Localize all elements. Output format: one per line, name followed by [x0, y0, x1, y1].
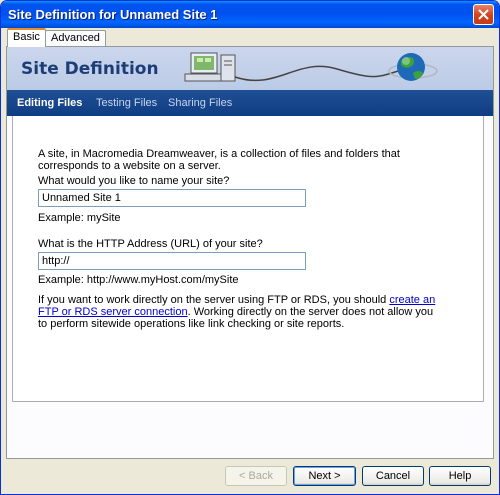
banner-illustration	[184, 52, 438, 82]
site-name-example: Example: mySite	[38, 212, 121, 224]
globe-icon	[388, 53, 438, 81]
ftp-note-before: If you want to work directly on the serv…	[38, 294, 390, 306]
site-name-input[interactable]	[38, 189, 306, 207]
site-url-input[interactable]	[38, 252, 306, 270]
banner-title: Site Definition	[21, 59, 159, 79]
computer-icon	[184, 52, 236, 82]
title-bar[interactable]: Site Definition for Unnamed Site 1	[1, 1, 499, 28]
nav-editing-files[interactable]: Editing Files	[17, 97, 82, 109]
step-navbar: Editing Files Testing Files Sharing File…	[7, 90, 493, 116]
site-url-example: Example: http://www.myHost.com/mySite	[38, 274, 239, 286]
next-button[interactable]: Next >	[293, 466, 356, 486]
window-title: Site Definition for Unnamed Site 1	[8, 7, 218, 22]
close-button[interactable]	[473, 4, 494, 25]
site-url-question: What is the HTTP Address (URL) of your s…	[38, 238, 263, 250]
help-button[interactable]: Help	[429, 466, 491, 486]
intro-text: A site, in Macromedia Dreamweaver, is a …	[38, 148, 400, 172]
dialog-window: Site Definition for Unnamed Site 1 Basic…	[0, 0, 500, 495]
tab-basic[interactable]: Basic	[7, 28, 46, 47]
ftp-note: If you want to work directly on the serv…	[38, 294, 438, 330]
nav-testing-files[interactable]: Testing Files	[96, 97, 157, 109]
nav-sharing-files[interactable]: Sharing Files	[168, 97, 232, 109]
back-button[interactable]: < Back	[225, 466, 287, 486]
tab-advanced[interactable]: Advanced	[45, 30, 106, 46]
banner: Site Definition	[7, 47, 493, 90]
cancel-button[interactable]: Cancel	[362, 466, 424, 486]
close-icon	[478, 9, 489, 20]
site-name-question: What would you like to name your site?	[38, 175, 230, 187]
